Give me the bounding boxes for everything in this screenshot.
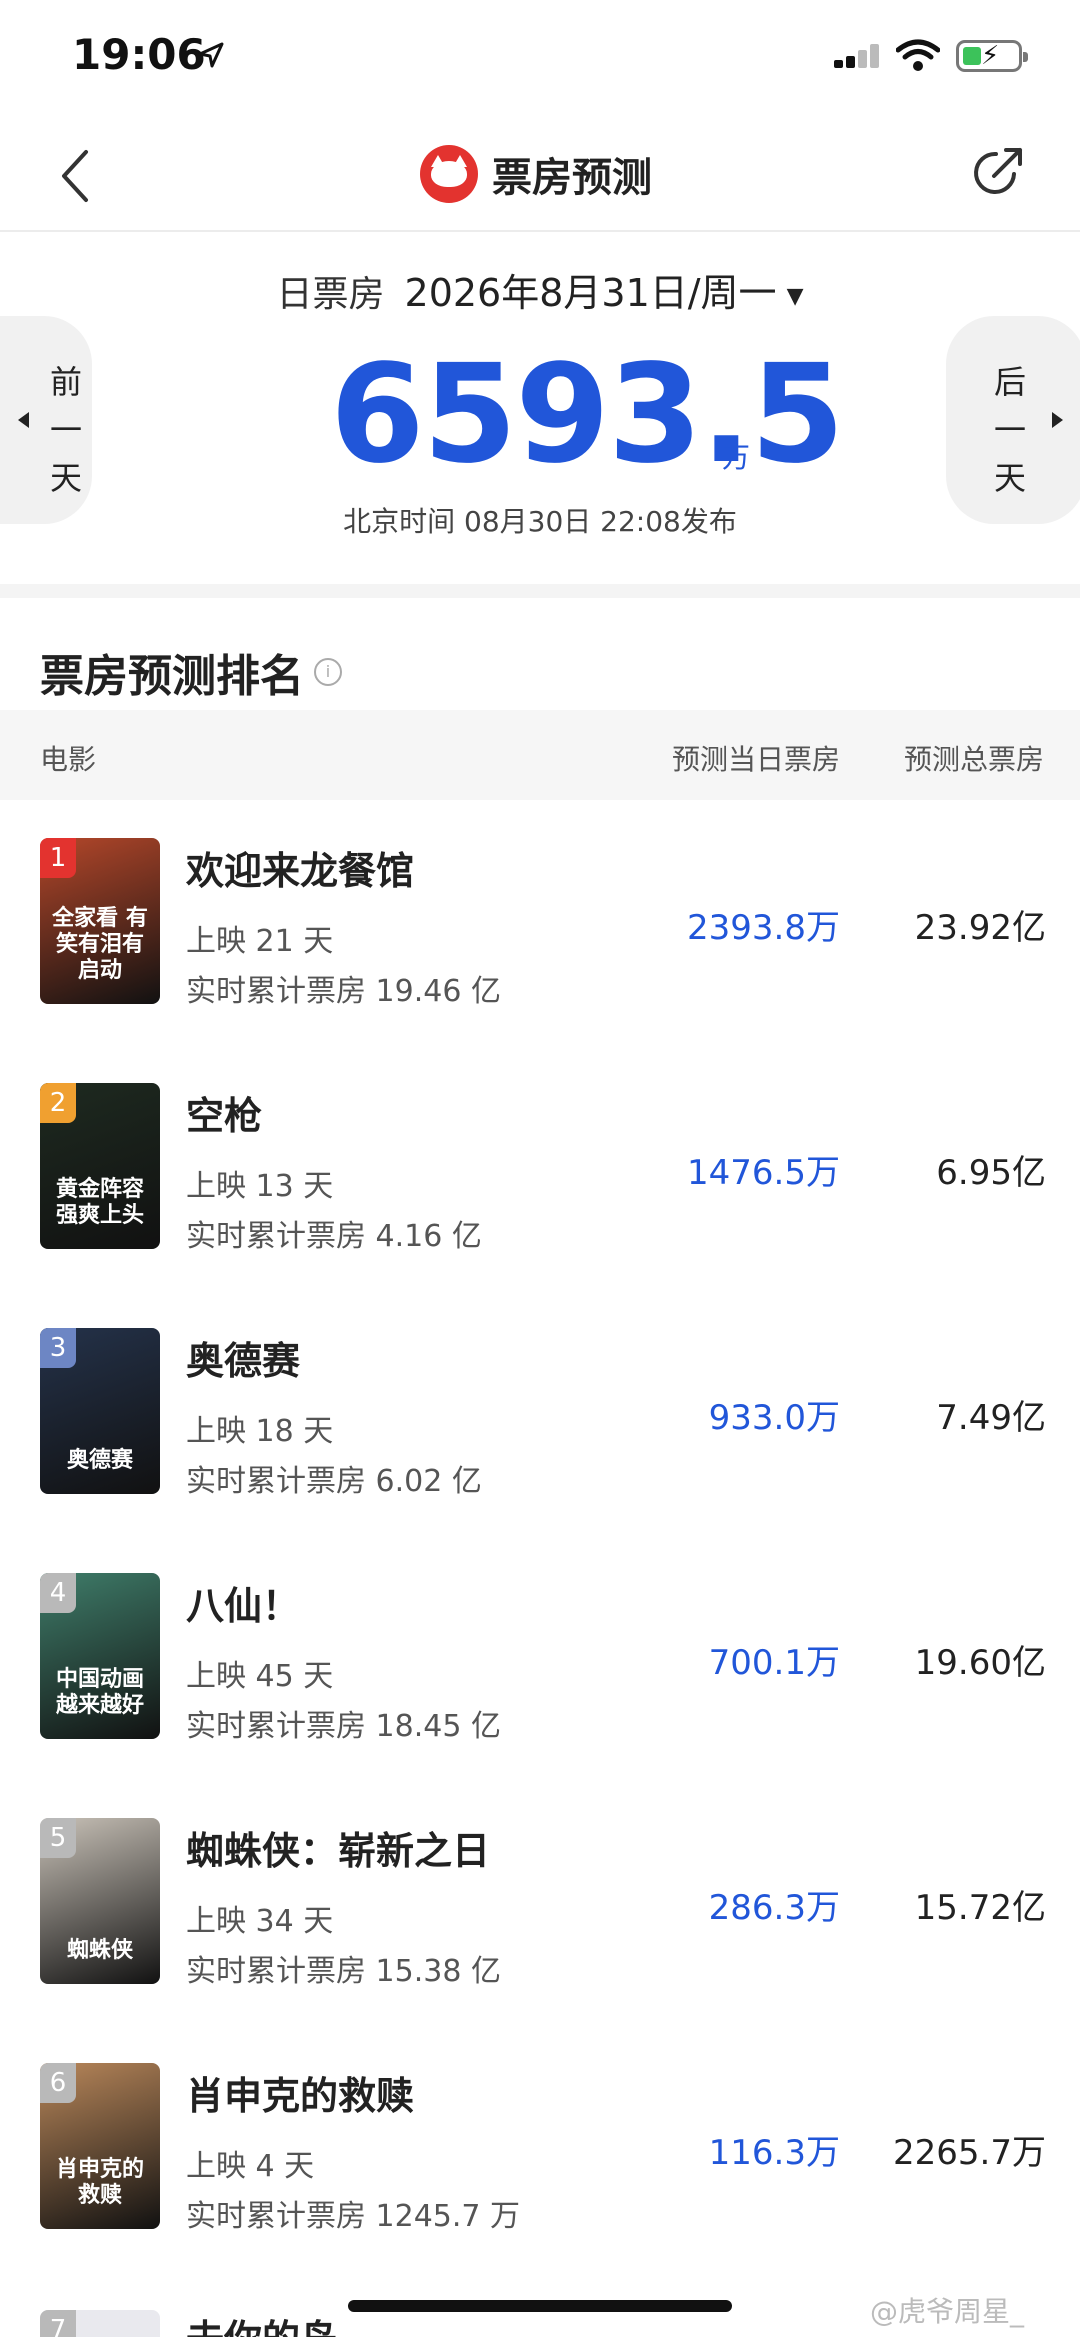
- total-forecast: 19.60亿: [914, 1643, 1046, 1683]
- day-forecast: 700.1万: [708, 1643, 840, 1683]
- prev-day-label: 前一天: [49, 363, 82, 497]
- ranking-row[interactable]: 2 黄金阵容 强爽上头 空枪 上映 13 天 实时累计票房 4.16 亿 147…: [0, 1083, 1080, 1328]
- movie-poster: 2 黄金阵容 强爽上头: [40, 1083, 160, 1249]
- movie-title: 八仙！: [186, 1584, 301, 1628]
- home-indicator: [348, 2300, 732, 2312]
- rank-badge: 2: [40, 1083, 76, 1123]
- watermark: @虎爷周星_: [870, 2295, 1025, 2328]
- battery-icon: ⚡: [956, 40, 1028, 72]
- ranking-row[interactable]: 5 蜘蛛侠 蜘蛛侠：崭新之日 上映 34 天 实时累计票房 15.38 亿 28…: [0, 1818, 1080, 2063]
- ranking-row[interactable]: 1 全家看 有笑有泪有启动 欢迎来龙餐馆 上映 21 天 实时累计票房 19.4…: [0, 838, 1080, 1083]
- rank-badge: 6: [40, 2063, 76, 2103]
- prev-day-button[interactable]: 前一天: [0, 316, 92, 524]
- next-day-label: 后一天: [993, 363, 1026, 497]
- rank-badge: 7: [40, 2310, 76, 2337]
- ranking-row[interactable]: 4 中国动画 越来越好 八仙！ 上映 45 天 实时累计票房 18.45 亿 7…: [0, 1573, 1080, 1818]
- release-days: 上映 13 天: [186, 1169, 334, 1204]
- share-icon[interactable]: [968, 144, 1026, 202]
- movie-poster: 6 肖申克的救赎: [40, 2063, 160, 2229]
- next-day-button[interactable]: 后一天: [946, 316, 1080, 524]
- status-bar: 19:06 ⚡: [0, 0, 1080, 120]
- maoyan-cat-logo-icon: [420, 145, 478, 203]
- cumulative-boxoffice: 实时累计票房 1245.7 万: [186, 2199, 521, 2234]
- cumulative-boxoffice: 实时累计票房 15.38 亿: [186, 1954, 501, 1989]
- poster-caption: 黄金阵容 强爽上头: [55, 1177, 144, 1228]
- day-forecast: 2393.8万: [687, 908, 840, 948]
- rank-badge: 3: [40, 1328, 76, 1368]
- movie-title: 欢迎来龙餐馆: [186, 849, 415, 893]
- daily-boxoffice-label: 日票房: [276, 274, 385, 315]
- cumulative-boxoffice: 实时累计票房 6.02 亿: [186, 1464, 482, 1499]
- movie-title: 奥德赛: [186, 1339, 301, 1383]
- day-forecast: 933.0万: [708, 1398, 840, 1438]
- rank-badge: 4: [40, 1573, 76, 1613]
- location-arrow-icon: [198, 42, 224, 68]
- publish-time: 北京时间 08月30日 22:08发布: [343, 505, 737, 538]
- ranking-row[interactable]: 6 肖申克的救赎 肖申克的救赎 上映 4 天 实时累计票房 1245.7 万 1…: [0, 2063, 1080, 2308]
- page-title: 票房预测: [492, 155, 652, 201]
- day-forecast: 1476.5万: [687, 1153, 840, 1193]
- rank-badge: 1: [40, 838, 76, 878]
- cellular-signal-icon: [834, 44, 879, 68]
- movie-title: 蜘蛛侠：崭新之日: [186, 1829, 491, 1873]
- movie-title: 去你的岛: [186, 2308, 338, 2337]
- total-forecast: 6.95亿: [936, 1153, 1046, 1193]
- rank-badge: 5: [40, 1818, 76, 1858]
- daily-total-unit: 万: [722, 441, 751, 474]
- triangle-right-icon: [1052, 412, 1063, 428]
- wifi-icon: [896, 39, 940, 71]
- movie-poster: 7: [40, 2310, 160, 2337]
- daily-total-value: 6593.5: [330, 336, 845, 494]
- col-day-forecast: 预测当日票房: [672, 743, 841, 776]
- movie-poster: 3 奥德赛: [40, 1328, 160, 1494]
- ranking-title-text: 票房预测排名: [40, 651, 304, 702]
- total-forecast: 23.92亿: [914, 908, 1046, 948]
- ranking-title: 票房预测排名 i: [40, 640, 342, 704]
- status-time: 19:06: [72, 30, 206, 79]
- movie-poster: 4 中国动画 越来越好: [40, 1573, 160, 1739]
- caret-down-icon[interactable]: ▼: [787, 284, 804, 309]
- movie-title: 肖申克的救赎: [186, 2074, 415, 2118]
- col-movie: 电影: [40, 743, 97, 776]
- movie-poster: 1 全家看 有笑有泪有启动: [40, 838, 160, 1004]
- table-header: 电影 预测当日票房 预测总票房: [0, 710, 1080, 800]
- total-forecast: 7.49亿: [936, 1398, 1046, 1438]
- poster-caption: 蜘蛛侠: [66, 1938, 133, 1963]
- cumulative-boxoffice: 实时累计票房 4.16 亿: [186, 1219, 482, 1254]
- poster-caption: 肖申克的救赎: [55, 2157, 144, 2208]
- nav-bar: 票房预测: [0, 120, 1080, 232]
- release-days: 上映 18 天: [186, 1414, 334, 1449]
- day-forecast: 116.3万: [708, 2133, 840, 2173]
- selected-date[interactable]: 2026年8月31日/周一: [405, 271, 777, 315]
- release-days: 上映 34 天: [186, 1904, 334, 1939]
- col-total-forecast: 预测总票房: [904, 743, 1045, 776]
- info-icon[interactable]: i: [314, 658, 342, 686]
- total-forecast: 2265.7万: [893, 2133, 1046, 2173]
- poster-caption: 全家看 有笑有泪有启动: [52, 906, 148, 983]
- day-forecast: 286.3万: [708, 1888, 840, 1928]
- triangle-left-icon: [18, 412, 29, 428]
- ranking-row[interactable]: 3 奥德赛 奥德赛 上映 18 天 实时累计票房 6.02 亿 933.0万 7…: [0, 1328, 1080, 1573]
- poster-caption: 中国动画 越来越好: [55, 1667, 144, 1718]
- release-days: 上映 21 天: [186, 924, 334, 959]
- release-days: 上映 4 天: [186, 2149, 315, 2184]
- release-days: 上映 45 天: [186, 1659, 334, 1694]
- total-forecast: 15.72亿: [914, 1888, 1046, 1928]
- nav-title-group: 票房预测: [420, 142, 652, 206]
- date-selector[interactable]: 日票房 2026年8月31日/周一 ▼: [0, 262, 1080, 317]
- cumulative-boxoffice: 实时累计票房 18.45 亿: [186, 1709, 501, 1744]
- movie-title: 空枪: [186, 1094, 263, 1138]
- section-divider: [0, 584, 1080, 598]
- poster-caption: 奥德赛: [66, 1448, 133, 1473]
- cumulative-boxoffice: 实时累计票房 19.46 亿: [186, 974, 501, 1009]
- back-icon[interactable]: [56, 148, 96, 204]
- movie-poster: 5 蜘蛛侠: [40, 1818, 160, 1984]
